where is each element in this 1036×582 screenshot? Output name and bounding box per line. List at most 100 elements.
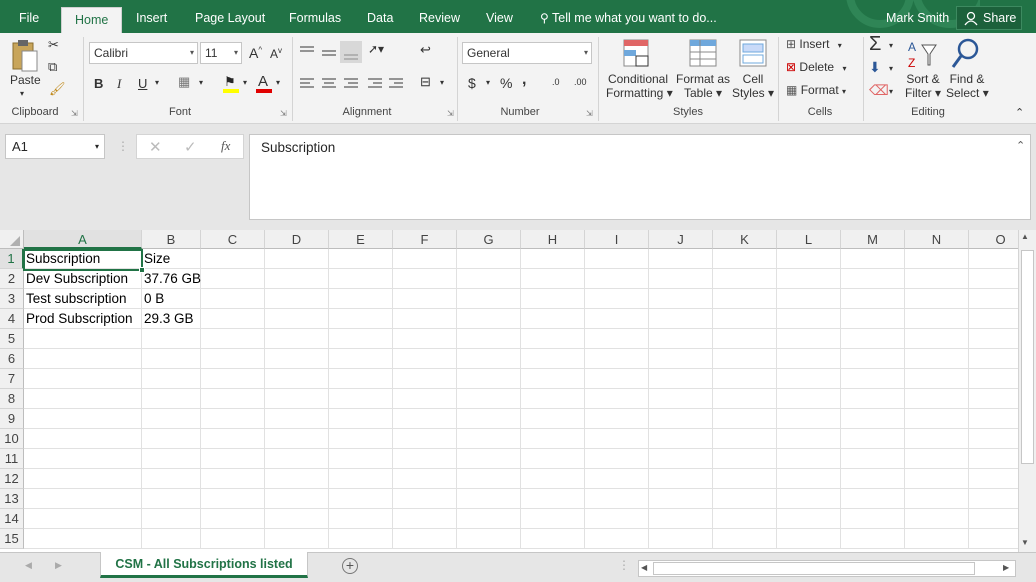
- font-name-select[interactable]: Calibri ▾: [89, 42, 198, 64]
- cell-j11[interactable]: [649, 449, 713, 469]
- autosum-icon[interactable]: Σ: [869, 33, 881, 56]
- cell-l15[interactable]: [777, 529, 841, 549]
- cell-d7[interactable]: [265, 369, 329, 389]
- cell-m5[interactable]: [841, 329, 905, 349]
- tell-me-search[interactable]: ⚲ Tell me what you want to do...: [540, 0, 717, 33]
- cell-e12[interactable]: [329, 469, 393, 489]
- number-format-select[interactable]: General ▾: [462, 42, 592, 64]
- cell-j9[interactable]: [649, 409, 713, 429]
- cell-a13[interactable]: [24, 489, 142, 509]
- cell-o12[interactable]: [969, 469, 1018, 489]
- grow-font-icon[interactable]: A^: [249, 45, 262, 61]
- cell-i11[interactable]: [585, 449, 649, 469]
- cell-n10[interactable]: [905, 429, 969, 449]
- row-header-3[interactable]: 3: [0, 289, 24, 309]
- cell-o4[interactable]: [969, 309, 1018, 329]
- cell-c9[interactable]: [201, 409, 265, 429]
- cell-f14[interactable]: [393, 509, 457, 529]
- cell-f10[interactable]: [393, 429, 457, 449]
- cell-e8[interactable]: [329, 389, 393, 409]
- cell-e5[interactable]: [329, 329, 393, 349]
- cell-b2[interactable]: 37.76 GB: [142, 269, 201, 289]
- cell-e9[interactable]: [329, 409, 393, 429]
- cell-o14[interactable]: [969, 509, 1018, 529]
- vertical-scrollbar[interactable]: ▲ ▼: [1018, 230, 1036, 552]
- cell-n6[interactable]: [905, 349, 969, 369]
- column-header-e[interactable]: E: [329, 230, 393, 249]
- cell-k10[interactable]: [713, 429, 777, 449]
- cell-h7[interactable]: [521, 369, 585, 389]
- cell-i8[interactable]: [585, 389, 649, 409]
- increase-decimal-button[interactable]: .0: [552, 77, 560, 87]
- cell-h8[interactable]: [521, 389, 585, 409]
- bottom-align-button[interactable]: [341, 39, 361, 57]
- cell-m3[interactable]: [841, 289, 905, 309]
- cell-b11[interactable]: [142, 449, 201, 469]
- cell-o11[interactable]: [969, 449, 1018, 469]
- cell-h2[interactable]: [521, 269, 585, 289]
- column-header-m[interactable]: M: [841, 230, 905, 249]
- cell-d10[interactable]: [265, 429, 329, 449]
- cell-m13[interactable]: [841, 489, 905, 509]
- cell-n7[interactable]: [905, 369, 969, 389]
- column-header-k[interactable]: K: [713, 230, 777, 249]
- cell-h6[interactable]: [521, 349, 585, 369]
- cell-f12[interactable]: [393, 469, 457, 489]
- worksheet-grid[interactable]: ABCDEFGHIJKLMNO 1 2 3 4 5 6 7 8 9 10 11 12 13 14 15 Su…: [0, 230, 1018, 552]
- increase-indent-button[interactable]: [388, 73, 408, 91]
- cell-o9[interactable]: [969, 409, 1018, 429]
- tab-review[interactable]: Review: [419, 0, 460, 33]
- wrap-text-icon[interactable]: ↩: [420, 42, 431, 58]
- column-header-a[interactable]: A: [24, 230, 142, 249]
- cell-n9[interactable]: [905, 409, 969, 429]
- cell-a9[interactable]: [24, 409, 142, 429]
- cell-c10[interactable]: [201, 429, 265, 449]
- cell-l8[interactable]: [777, 389, 841, 409]
- row-header-4[interactable]: 4: [0, 309, 24, 329]
- cell-e7[interactable]: [329, 369, 393, 389]
- cell-e14[interactable]: [329, 509, 393, 529]
- cell-e10[interactable]: [329, 429, 393, 449]
- row-header-12[interactable]: 12: [0, 469, 24, 489]
- prev-sheet-icon[interactable]: ◀: [25, 560, 32, 571]
- cell-e15[interactable]: [329, 529, 393, 549]
- add-sheet-button[interactable]: +: [342, 558, 358, 574]
- cell-a5[interactable]: [24, 329, 142, 349]
- cell-i6[interactable]: [585, 349, 649, 369]
- fill-down-icon[interactable]: ⬇: [869, 59, 881, 76]
- cell-g5[interactable]: [457, 329, 521, 349]
- cell-c11[interactable]: [201, 449, 265, 469]
- insert-function-icon[interactable]: fx: [221, 138, 230, 154]
- column-header-j[interactable]: J: [649, 230, 713, 249]
- decrease-indent-button[interactable]: [366, 73, 386, 91]
- cell-f9[interactable]: [393, 409, 457, 429]
- cell-n4[interactable]: [905, 309, 969, 329]
- cell-d5[interactable]: [265, 329, 329, 349]
- cell-g2[interactable]: [457, 269, 521, 289]
- scroll-right-icon[interactable]: ▶: [1003, 563, 1009, 572]
- cell-d11[interactable]: [265, 449, 329, 469]
- tab-formulas[interactable]: Formulas: [289, 0, 341, 33]
- cell-l5[interactable]: [777, 329, 841, 349]
- cell-n12[interactable]: [905, 469, 969, 489]
- top-align-button[interactable]: [297, 39, 317, 57]
- cell-i3[interactable]: [585, 289, 649, 309]
- share-button[interactable]: Share: [956, 6, 1022, 30]
- chevron-down-icon[interactable]: ▾: [889, 64, 893, 73]
- row-header-1[interactable]: 1: [0, 249, 24, 269]
- cell-h14[interactable]: [521, 509, 585, 529]
- decrease-decimal-button[interactable]: .00: [574, 77, 587, 87]
- chevron-down-icon[interactable]: ▾: [440, 78, 444, 87]
- cell-k14[interactable]: [713, 509, 777, 529]
- cell-h15[interactable]: [521, 529, 585, 549]
- cell-n1[interactable]: [905, 249, 969, 269]
- row-header-10[interactable]: 10: [0, 429, 24, 449]
- cell-m9[interactable]: [841, 409, 905, 429]
- cell-b7[interactable]: [142, 369, 201, 389]
- cell-f5[interactable]: [393, 329, 457, 349]
- name-box[interactable]: A1 ▾: [5, 134, 105, 159]
- font-launcher-icon[interactable]: ⇲: [280, 109, 287, 118]
- insert-cells-button[interactable]: ⊞ Insert ▾: [786, 37, 842, 51]
- cell-f4[interactable]: [393, 309, 457, 329]
- cell-c6[interactable]: [201, 349, 265, 369]
